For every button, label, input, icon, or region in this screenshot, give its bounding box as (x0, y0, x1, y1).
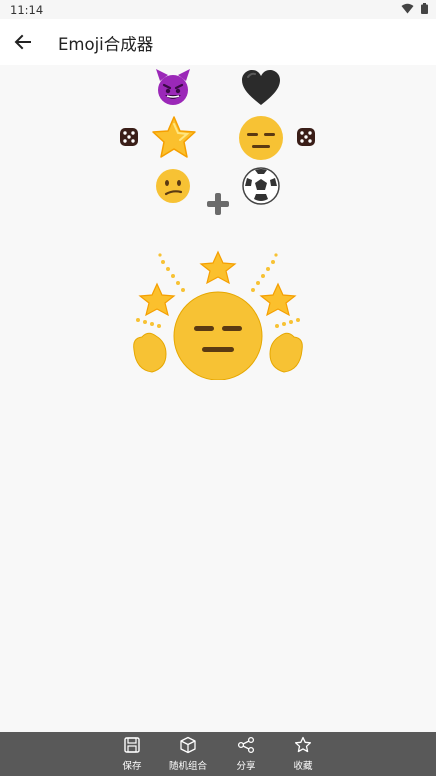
status-time: 11:14 (10, 3, 44, 17)
star-outline-icon (294, 736, 312, 753)
left-dice-icon[interactable] (119, 127, 139, 147)
bottom-toolbar: 保存 随机组合 分享 收藏 (0, 732, 436, 776)
expressionless-face-emoji-selected[interactable] (237, 115, 285, 161)
soccer-ball-emoji-option[interactable] (241, 166, 281, 206)
smiling-imp-emoji-option[interactable] (153, 67, 193, 107)
app-bar: Emoji合成器 (0, 19, 436, 65)
confused-face-emoji-option[interactable] (154, 167, 192, 205)
right-dice-icon[interactable] (296, 127, 316, 147)
star-emoji-selected[interactable] (150, 114, 198, 162)
save-label: 保存 (122, 761, 142, 772)
random-combine-button[interactable]: 随机组合 (162, 736, 214, 772)
page-title: Emoji合成器 (58, 35, 154, 54)
black-heart-emoji-option[interactable] (240, 69, 282, 107)
favorite-button[interactable]: 收藏 (277, 736, 329, 772)
share-label: 分享 (236, 761, 256, 772)
share-button[interactable]: 分享 (220, 736, 272, 772)
emoji-mixer-area (0, 65, 436, 732)
combined-emoji-result (133, 250, 303, 380)
save-icon (124, 737, 140, 753)
status-bar: 11:14 (0, 0, 436, 19)
cube-icon (180, 736, 196, 754)
random-combine-label: 随机组合 (168, 761, 207, 772)
share-icon (237, 736, 255, 754)
battery-icon (421, 3, 428, 17)
back-arrow-icon[interactable] (12, 31, 34, 53)
save-button[interactable]: 保存 (106, 736, 158, 772)
favorite-label: 收藏 (293, 761, 313, 772)
wifi-icon (401, 3, 414, 17)
plus-operator-icon (207, 193, 229, 215)
